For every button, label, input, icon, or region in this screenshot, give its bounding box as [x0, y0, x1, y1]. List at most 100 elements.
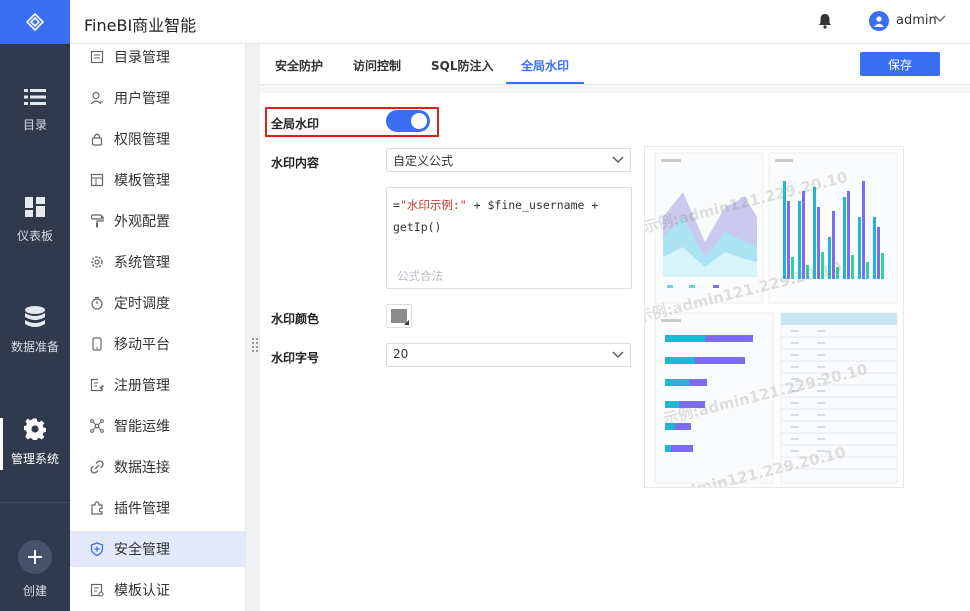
- rail-item-create[interactable]: 创建: [0, 540, 70, 599]
- formula-editor[interactable]: ="水印示例:" + $fine_username + getIp() 公式合法: [386, 187, 632, 289]
- tab-protection[interactable]: 安全防护: [275, 57, 323, 74]
- subnav-label: 目录管理: [114, 50, 170, 66]
- subnav-label: 数据连接: [114, 460, 170, 476]
- database-icon: [25, 306, 45, 327]
- rail-item-label: 目录: [22, 118, 47, 132]
- certificate-icon: [90, 583, 104, 597]
- link-icon: [90, 460, 104, 474]
- plus-icon: [28, 550, 42, 564]
- subnav-item-template-auth[interactable]: 模板认证: [70, 572, 245, 608]
- subnav-label: 智能运维: [114, 419, 170, 435]
- avatar[interactable]: [869, 11, 889, 31]
- rail-item-label: 创建: [22, 584, 47, 598]
- paint-roller-icon: [90, 214, 104, 228]
- rail-item-admin[interactable]: 管理系统: [0, 418, 70, 470]
- active-indicator: [0, 418, 3, 470]
- subnav-item-appearance[interactable]: 外观配置: [70, 203, 245, 239]
- rail-item-dashboard[interactable]: 仪表板: [0, 197, 70, 244]
- rail-item-label: 管理系统: [10, 452, 59, 466]
- subnav-item-catalog[interactable]: 目录管理: [70, 39, 245, 75]
- subnav-label: 注册管理: [114, 378, 170, 394]
- subnav-item-ops[interactable]: 智能运维: [70, 408, 245, 444]
- settings-icon: [91, 256, 103, 268]
- rail-item-catalog[interactable]: 目录: [0, 88, 70, 133]
- subnav-item-schedule[interactable]: 定时调度: [70, 285, 245, 321]
- subnav-label: 用户管理: [114, 91, 170, 107]
- chevron-down-icon: [612, 351, 624, 358]
- subnav-label: 外观配置: [114, 214, 170, 230]
- active-tab-indicator: [506, 82, 584, 84]
- size-select[interactable]: 20: [386, 343, 631, 367]
- chevron-down-icon[interactable]: [934, 15, 946, 23]
- register-icon: [90, 378, 104, 392]
- color-label: 水印颜色: [271, 312, 320, 326]
- subnav-label: 模板管理: [114, 173, 170, 189]
- subnav-label: 插件管理: [114, 501, 170, 517]
- formula-code: ="水印示例:" + $fine_username + getIp(): [393, 194, 623, 238]
- color-picker[interactable]: [386, 304, 412, 328]
- rail-item-data-prep[interactable]: 数据准备: [0, 306, 70, 355]
- tab-access-control[interactable]: 访问控制: [353, 57, 401, 74]
- timer-icon: [91, 296, 103, 310]
- app-title: FineBI商业智能: [84, 16, 197, 35]
- subnav-item-permissions[interactable]: 权限管理: [70, 121, 245, 157]
- subnav-label: 移动平台: [114, 337, 170, 353]
- gear-icon: [24, 418, 46, 440]
- rail-divider: [0, 502, 70, 503]
- global-watermark-toggle[interactable]: [386, 110, 430, 132]
- tab-bar: 安全防护 访问控制 SQL防注入 全局水印 保存: [260, 44, 970, 85]
- app-logo[interactable]: [0, 0, 70, 44]
- left-rail: 目录 仪表板 数据准备 管理系统 创建: [0, 0, 70, 611]
- user-name[interactable]: admin: [896, 13, 937, 28]
- admin-subnav: 目录管理 用户管理 权限管理 模板管理 外观配置 系统管理 定时调度 移动平台: [70, 44, 245, 611]
- template-icon: [90, 173, 104, 187]
- dropdown-corner-icon: [404, 320, 409, 325]
- network-icon: [90, 419, 104, 433]
- lock-icon: [91, 133, 103, 146]
- user-icon: [90, 91, 103, 105]
- subnav-item-connections[interactable]: 数据连接: [70, 449, 245, 485]
- subnav-item-security[interactable]: 安全管理: [70, 531, 245, 567]
- formula-string: "水印示例:": [399, 198, 467, 212]
- size-label: 水印字号: [271, 351, 320, 365]
- rail-item-label: 仪表板: [16, 229, 53, 243]
- shield-icon: [90, 542, 104, 556]
- subnav-label: 权限管理: [114, 132, 170, 148]
- formula-prefix: =: [393, 198, 400, 212]
- subnav-item-system[interactable]: 系统管理: [70, 244, 245, 280]
- mobile-icon: [92, 337, 102, 351]
- create-button[interactable]: [18, 540, 52, 574]
- subnav-label: 安全管理: [114, 542, 170, 558]
- subnav-item-mobile[interactable]: 移动平台: [70, 326, 245, 362]
- subnav-item-templates[interactable]: 模板管理: [70, 162, 245, 198]
- formula-hint: 公式合法: [397, 269, 443, 283]
- global-watermark-label: 全局水印: [271, 117, 320, 131]
- watermark-preview: 示例:admin121.229.20.10 示例:admin121.229.20…: [644, 146, 904, 488]
- subnav-item-plugins[interactable]: 插件管理: [70, 490, 245, 526]
- tab-global-watermark[interactable]: 全局水印: [521, 57, 569, 74]
- subnav-scrollbar[interactable]: [245, 44, 260, 611]
- subnav-label: 模板认证: [114, 583, 170, 599]
- subnav-item-users[interactable]: 用户管理: [70, 80, 245, 116]
- dashboard-icon: [25, 197, 45, 217]
- content-label: 水印内容: [271, 156, 320, 170]
- chevron-down-icon: [612, 156, 624, 163]
- bell-icon[interactable]: [818, 13, 832, 29]
- main-content: 安全防护 访问控制 SQL防注入 全局水印 保存 全局水印 水印内容 自定义公式…: [260, 44, 970, 611]
- tab-sql-injection[interactable]: SQL防注入: [431, 57, 494, 74]
- rail-item-label: 数据准备: [10, 340, 59, 354]
- puzzle-icon: [91, 501, 103, 515]
- list-icon: [24, 89, 46, 105]
- catalog-icon: [90, 50, 104, 64]
- app-root: 目录 仪表板 数据准备 管理系统 创建 FineBI商业智能 admin 目录管…: [0, 0, 970, 611]
- subnav-item-registration[interactable]: 注册管理: [70, 367, 245, 403]
- save-button[interactable]: 保存: [860, 52, 940, 76]
- content-select-value: 自定义公式: [393, 154, 454, 168]
- content-select[interactable]: 自定义公式: [386, 148, 631, 172]
- toggle-knob: [411, 113, 427, 129]
- logo-icon: [25, 12, 45, 32]
- resize-handle-icon[interactable]: [252, 338, 258, 352]
- content-gap: [260, 85, 970, 93]
- subnav-label: 系统管理: [114, 255, 170, 271]
- user-icon: [874, 16, 884, 27]
